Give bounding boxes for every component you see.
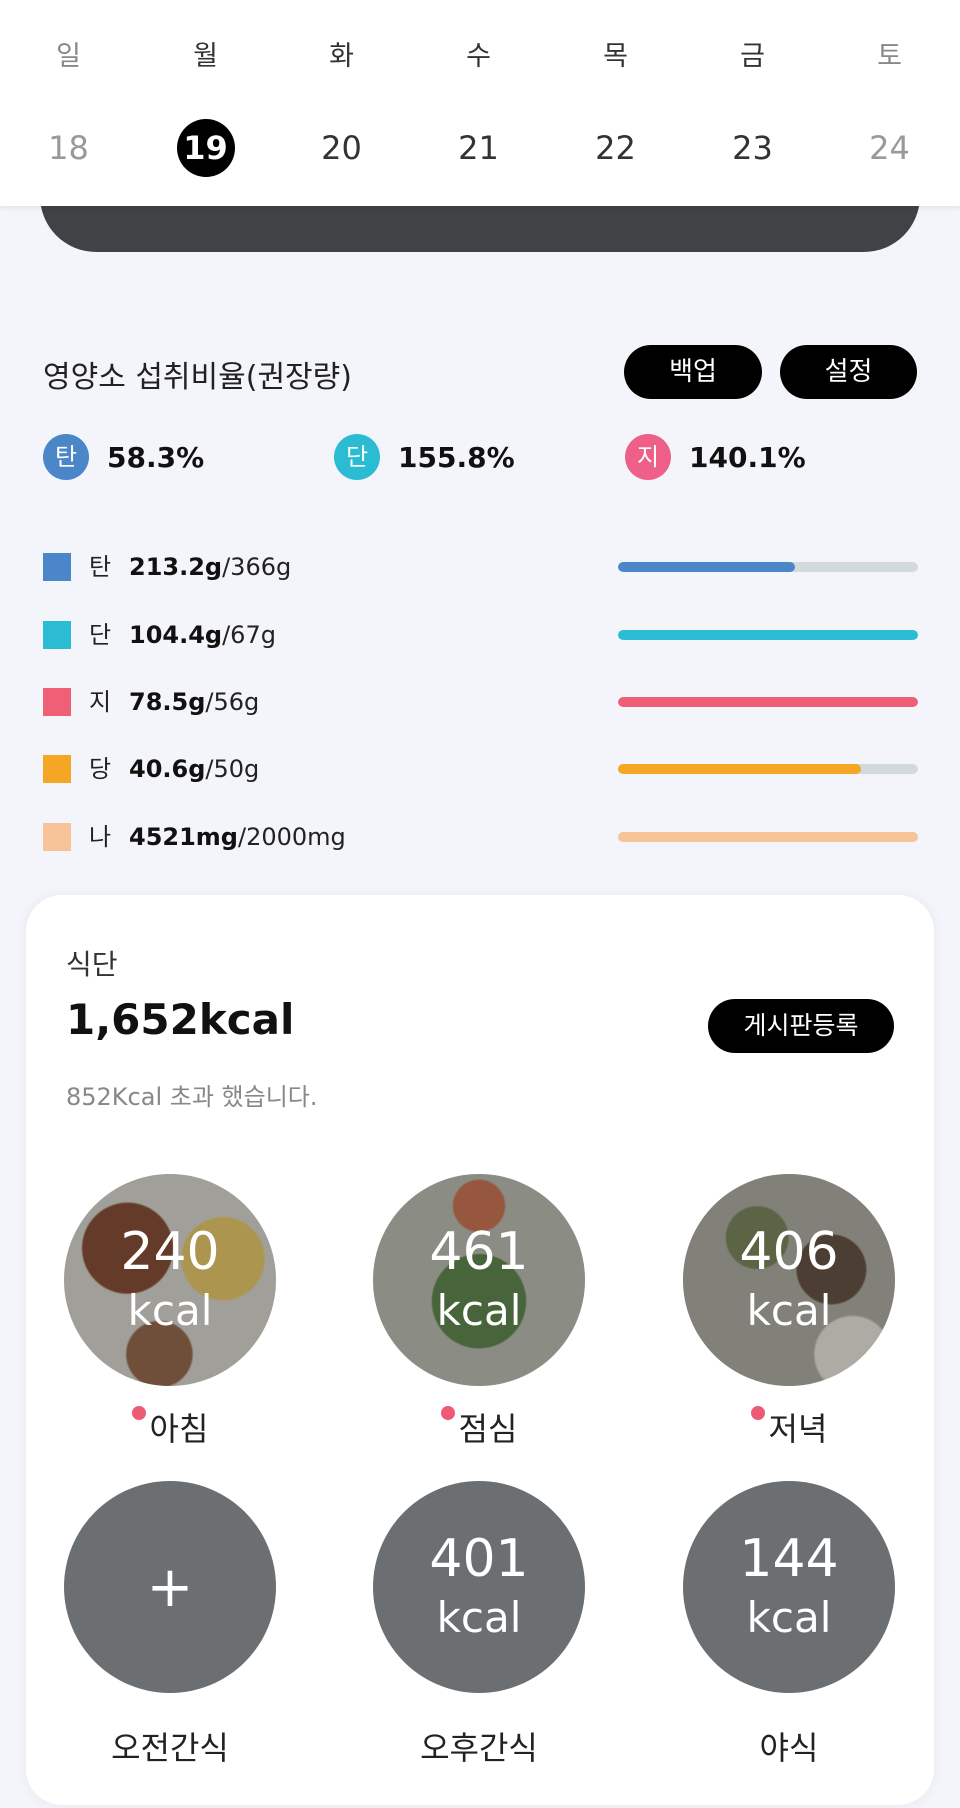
weekday-wed: 수 — [466, 41, 491, 72]
meal-name: 오전간식 — [111, 1729, 229, 1767]
selected-date-badge: 19 — [176, 119, 235, 177]
date-18[interactable]: 18 — [0, 118, 137, 178]
date-19-selected[interactable]: 19 — [137, 118, 274, 178]
week-selector: 일 월 화 수 목 금 토 18 19 20 21 22 23 24 — [0, 0, 960, 206]
recorded-dot — [750, 1406, 765, 1420]
fat-badge: 지 — [625, 434, 671, 480]
meal-lunch[interactable]: 461 kcal 점심 — [373, 1174, 585, 1450]
carb-ratio: 탄 58.3% — [43, 432, 204, 482]
nutrient-label: 당 — [89, 755, 112, 783]
nutrient-row-sugar: 당 40.6g/50g — [43, 749, 918, 789]
weekday-tue: 화 — [329, 41, 354, 72]
meal-breakfast[interactable]: 240 kcal 아침 — [64, 1174, 276, 1450]
meal-dinner[interactable]: 406 kcal 저녁 — [683, 1174, 895, 1450]
weekday-sun: 일 — [56, 41, 81, 72]
recorded-dot — [440, 1406, 455, 1420]
meal-name: 저녁 — [683, 1404, 895, 1450]
nutrient-value: 213.2g/366g — [129, 553, 292, 581]
meal-name: 야식 — [759, 1729, 819, 1767]
meal-name: 점심 — [373, 1404, 585, 1450]
afternoon-snack-circle[interactable]: 401 kcal — [373, 1481, 585, 1693]
nutrient-value: 78.5g/56g — [129, 688, 260, 716]
backup-button[interactable]: 백업 — [624, 345, 762, 399]
board-register-button[interactable]: 게시판등록 — [708, 999, 894, 1053]
nutrient-progress-bar — [618, 764, 918, 774]
weekday-fri: 금 — [740, 41, 765, 72]
nutrient-progress-bar — [618, 562, 918, 572]
nutrient-progress-bar — [618, 697, 918, 707]
meal-morning-snack[interactable]: + 오전간식 — [64, 1481, 276, 1769]
breakfast-photo[interactable]: 240 kcal — [64, 1174, 276, 1386]
nutrient-progress-bar — [618, 832, 918, 842]
nutrient-progress-bar — [618, 630, 918, 640]
protein-ratio: 단 155.8% — [334, 432, 515, 482]
sodium-legend-square — [43, 823, 71, 851]
meal-afternoon-snack[interactable]: 401 kcal 오후간식 — [373, 1481, 585, 1769]
total-kcal: 1,652kcal — [66, 995, 295, 1044]
weekday-sat: 토 — [877, 41, 902, 72]
weekday-thu: 목 — [603, 41, 628, 72]
meal-card: 식단 1,652kcal 게시판등록 852Kcal 초과 했습니다. 240 k… — [26, 895, 934, 1805]
carb-legend-square — [43, 553, 71, 581]
protein-badge: 단 — [334, 434, 380, 480]
nutrient-row-sodium: 나 4521mg/2000mg — [43, 817, 918, 857]
date-21[interactable]: 21 — [410, 118, 547, 178]
nutrient-value: 4521mg/2000mg — [129, 823, 346, 851]
plus-icon: + — [146, 1554, 194, 1620]
date-23[interactable]: 23 — [684, 118, 821, 178]
settings-button[interactable]: 설정 — [780, 345, 917, 399]
nutrient-row-protein: 단 104.4g/67g — [43, 615, 918, 655]
protein-percent: 155.8% — [398, 440, 515, 474]
nutrient-row-fat: 지 78.5g/56g — [43, 682, 918, 722]
meal-name: 아침 — [64, 1404, 276, 1450]
meal-name: 오후간식 — [420, 1729, 538, 1767]
fat-percent: 140.1% — [689, 440, 806, 474]
meal-section-label: 식단 — [66, 948, 118, 981]
date-20[interactable]: 20 — [273, 118, 410, 178]
carb-percent: 58.3% — [107, 440, 205, 474]
nutrient-value: 40.6g/50g — [129, 755, 260, 783]
nutrient-label: 나 — [89, 823, 112, 851]
nutrient-label: 단 — [89, 621, 112, 649]
nutrient-label: 지 — [89, 688, 112, 716]
fat-ratio: 지 140.1% — [625, 432, 806, 482]
dinner-photo[interactable]: 406 kcal — [683, 1174, 895, 1386]
add-meal-button[interactable]: + — [64, 1481, 276, 1693]
nutrient-value: 104.4g/67g — [129, 621, 276, 649]
kcal-over-message: 852Kcal 초과 했습니다. — [66, 1083, 318, 1111]
meal-late-night[interactable]: 144 kcal 야식 — [683, 1481, 895, 1769]
recorded-dot — [131, 1406, 146, 1420]
weekday-mon: 월 — [193, 41, 218, 72]
lunch-photo[interactable]: 461 kcal — [373, 1174, 585, 1386]
date-22[interactable]: 22 — [547, 118, 684, 178]
nutrient-label: 탄 — [89, 553, 112, 581]
nutrient-row-carb: 탄 213.2g/366g — [43, 547, 918, 587]
nutrient-ratio-title: 영양소 섭취비율(권장량) — [43, 360, 352, 395]
sugar-legend-square — [43, 755, 71, 783]
carb-badge: 탄 — [43, 434, 89, 480]
fat-legend-square — [43, 688, 71, 716]
date-24[interactable]: 24 — [821, 118, 958, 178]
protein-legend-square — [43, 621, 71, 649]
late-night-circle[interactable]: 144 kcal — [683, 1481, 895, 1693]
